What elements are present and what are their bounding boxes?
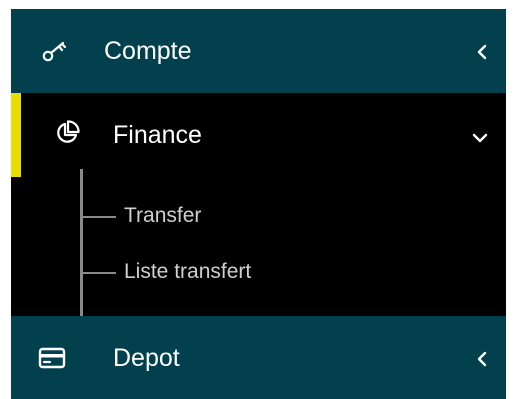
finance-submenu: Transfer Liste transfert — [11, 169, 506, 316]
key-icon — [42, 39, 68, 68]
menu-item-compte[interactable]: Compte — [11, 9, 506, 93]
active-indicator — [11, 93, 21, 177]
menu-item-label: Depot — [113, 344, 180, 372]
menu-item-depot[interactable]: Depot — [11, 316, 506, 399]
pie-chart-icon — [54, 120, 80, 151]
chevron-left-icon — [476, 351, 488, 372]
menu-item-finance[interactable]: Finance — [11, 93, 506, 177]
chevron-down-icon — [472, 131, 488, 149]
tree-line — [80, 169, 83, 316]
menu-item-label: Compte — [104, 37, 192, 65]
submenu-item-label: Liste transfert — [124, 260, 252, 283]
tree-branch — [83, 216, 116, 218]
sidebar-menu: Compte Finance Transfer Liste transfert … — [11, 9, 506, 399]
menu-item-label: Finance — [113, 121, 202, 149]
credit-card-icon — [38, 346, 66, 375]
tree-branch — [83, 272, 116, 274]
submenu-item-label: Transfer — [124, 204, 202, 227]
chevron-left-icon — [476, 44, 488, 65]
